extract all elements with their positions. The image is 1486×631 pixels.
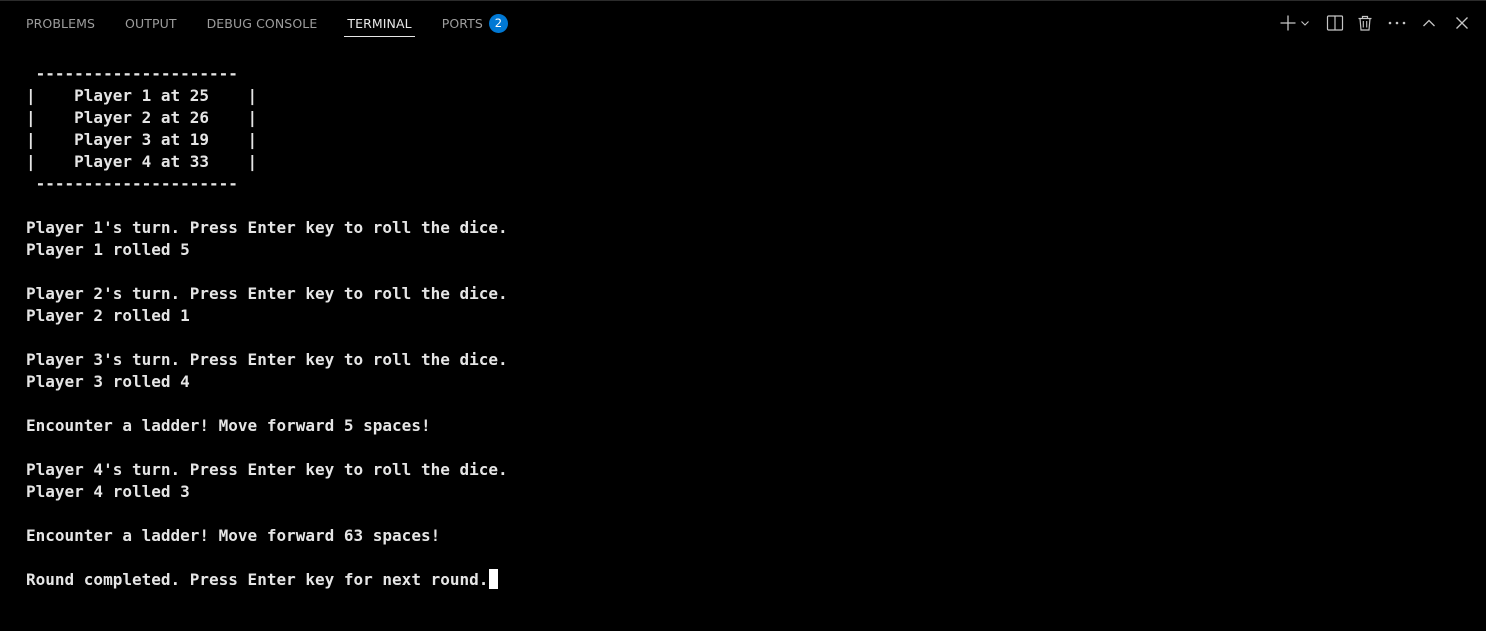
close-panel-button[interactable] [1454, 12, 1470, 34]
tab-ports-label: PORTS [441, 15, 483, 31]
terminal-line: | Player 3 at 19 | [26, 130, 258, 149]
panel-actions [1279, 1, 1470, 45]
tab-problems-label: PROBLEMS [26, 15, 96, 31]
maximize-panel-icon [1423, 19, 1435, 27]
more-icon [1388, 21, 1406, 25]
trash-icon [1358, 15, 1372, 31]
terminal-line: Player 1 rolled 5 [26, 240, 190, 259]
terminal-line: --------------------- [26, 64, 238, 83]
panel-tab-bar: PROBLEMS OUTPUT DEBUG CONSOLE TERMINAL P… [0, 1, 1486, 45]
tab-debug-console-label: DEBUG CONSOLE [206, 15, 318, 31]
terminal-line: Player 3's turn. Press Enter key to roll… [26, 350, 508, 369]
kill-terminal-button[interactable] [1356, 12, 1374, 34]
terminal-cursor [489, 569, 499, 589]
terminal-line: --------------------- [26, 174, 238, 193]
chevron-down-icon [1301, 21, 1309, 26]
terminal-line: Encounter a ladder! Move forward 5 space… [26, 416, 431, 435]
split-terminal-button[interactable] [1326, 12, 1344, 34]
tab-terminal[interactable]: TERMINAL [344, 1, 416, 45]
tab-ports[interactable]: PORTS 2 [442, 1, 508, 45]
terminal-line: Player 3 rolled 4 [26, 372, 190, 391]
tab-problems[interactable]: PROBLEMS [26, 1, 95, 45]
maximize-panel-button[interactable] [1421, 12, 1437, 34]
terminal-line: | Player 1 at 25 | [26, 86, 258, 105]
terminal-line-text: Round completed. Press Enter key for nex… [26, 570, 489, 589]
split-terminal-icon [1326, 15, 1344, 31]
terminal-line: Player 4's turn. Press Enter key to roll… [26, 460, 508, 479]
terminal-panel: PROBLEMS OUTPUT DEBUG CONSOLE TERMINAL P… [0, 0, 1486, 631]
tab-debug-console[interactable]: DEBUG CONSOLE [207, 1, 318, 45]
tab-output[interactable]: OUTPUT [125, 1, 177, 45]
terminal-output[interactable]: --------------------- | Player 1 at 25 |… [26, 63, 1466, 603]
terminal-line: Encounter a ladder! Move forward 63 spac… [26, 526, 441, 545]
terminal-line: Player 2's turn. Press Enter key to roll… [26, 284, 508, 303]
tab-output-label: OUTPUT [125, 15, 177, 31]
tab-terminal-label: TERMINAL [347, 15, 412, 31]
terminal-line: Player 2 rolled 1 [26, 306, 190, 325]
plus-icon [1280, 15, 1296, 31]
terminal-line: | Player 2 at 26 | [26, 108, 258, 127]
close-icon [1456, 17, 1468, 29]
terminal-line: | Player 4 at 33 | [26, 152, 258, 171]
terminal-prompt-line: Round completed. Press Enter key for nex… [26, 569, 1466, 591]
terminal-line: Player 1's turn. Press Enter key to roll… [26, 218, 508, 237]
ports-count-badge: 2 [488, 13, 508, 33]
panel-tabs: PROBLEMS OUTPUT DEBUG CONSOLE TERMINAL P… [26, 1, 538, 45]
more-actions-button[interactable] [1387, 12, 1407, 34]
terminal-line: Player 4 rolled 3 [26, 482, 190, 501]
new-terminal-button[interactable] [1279, 12, 1310, 34]
